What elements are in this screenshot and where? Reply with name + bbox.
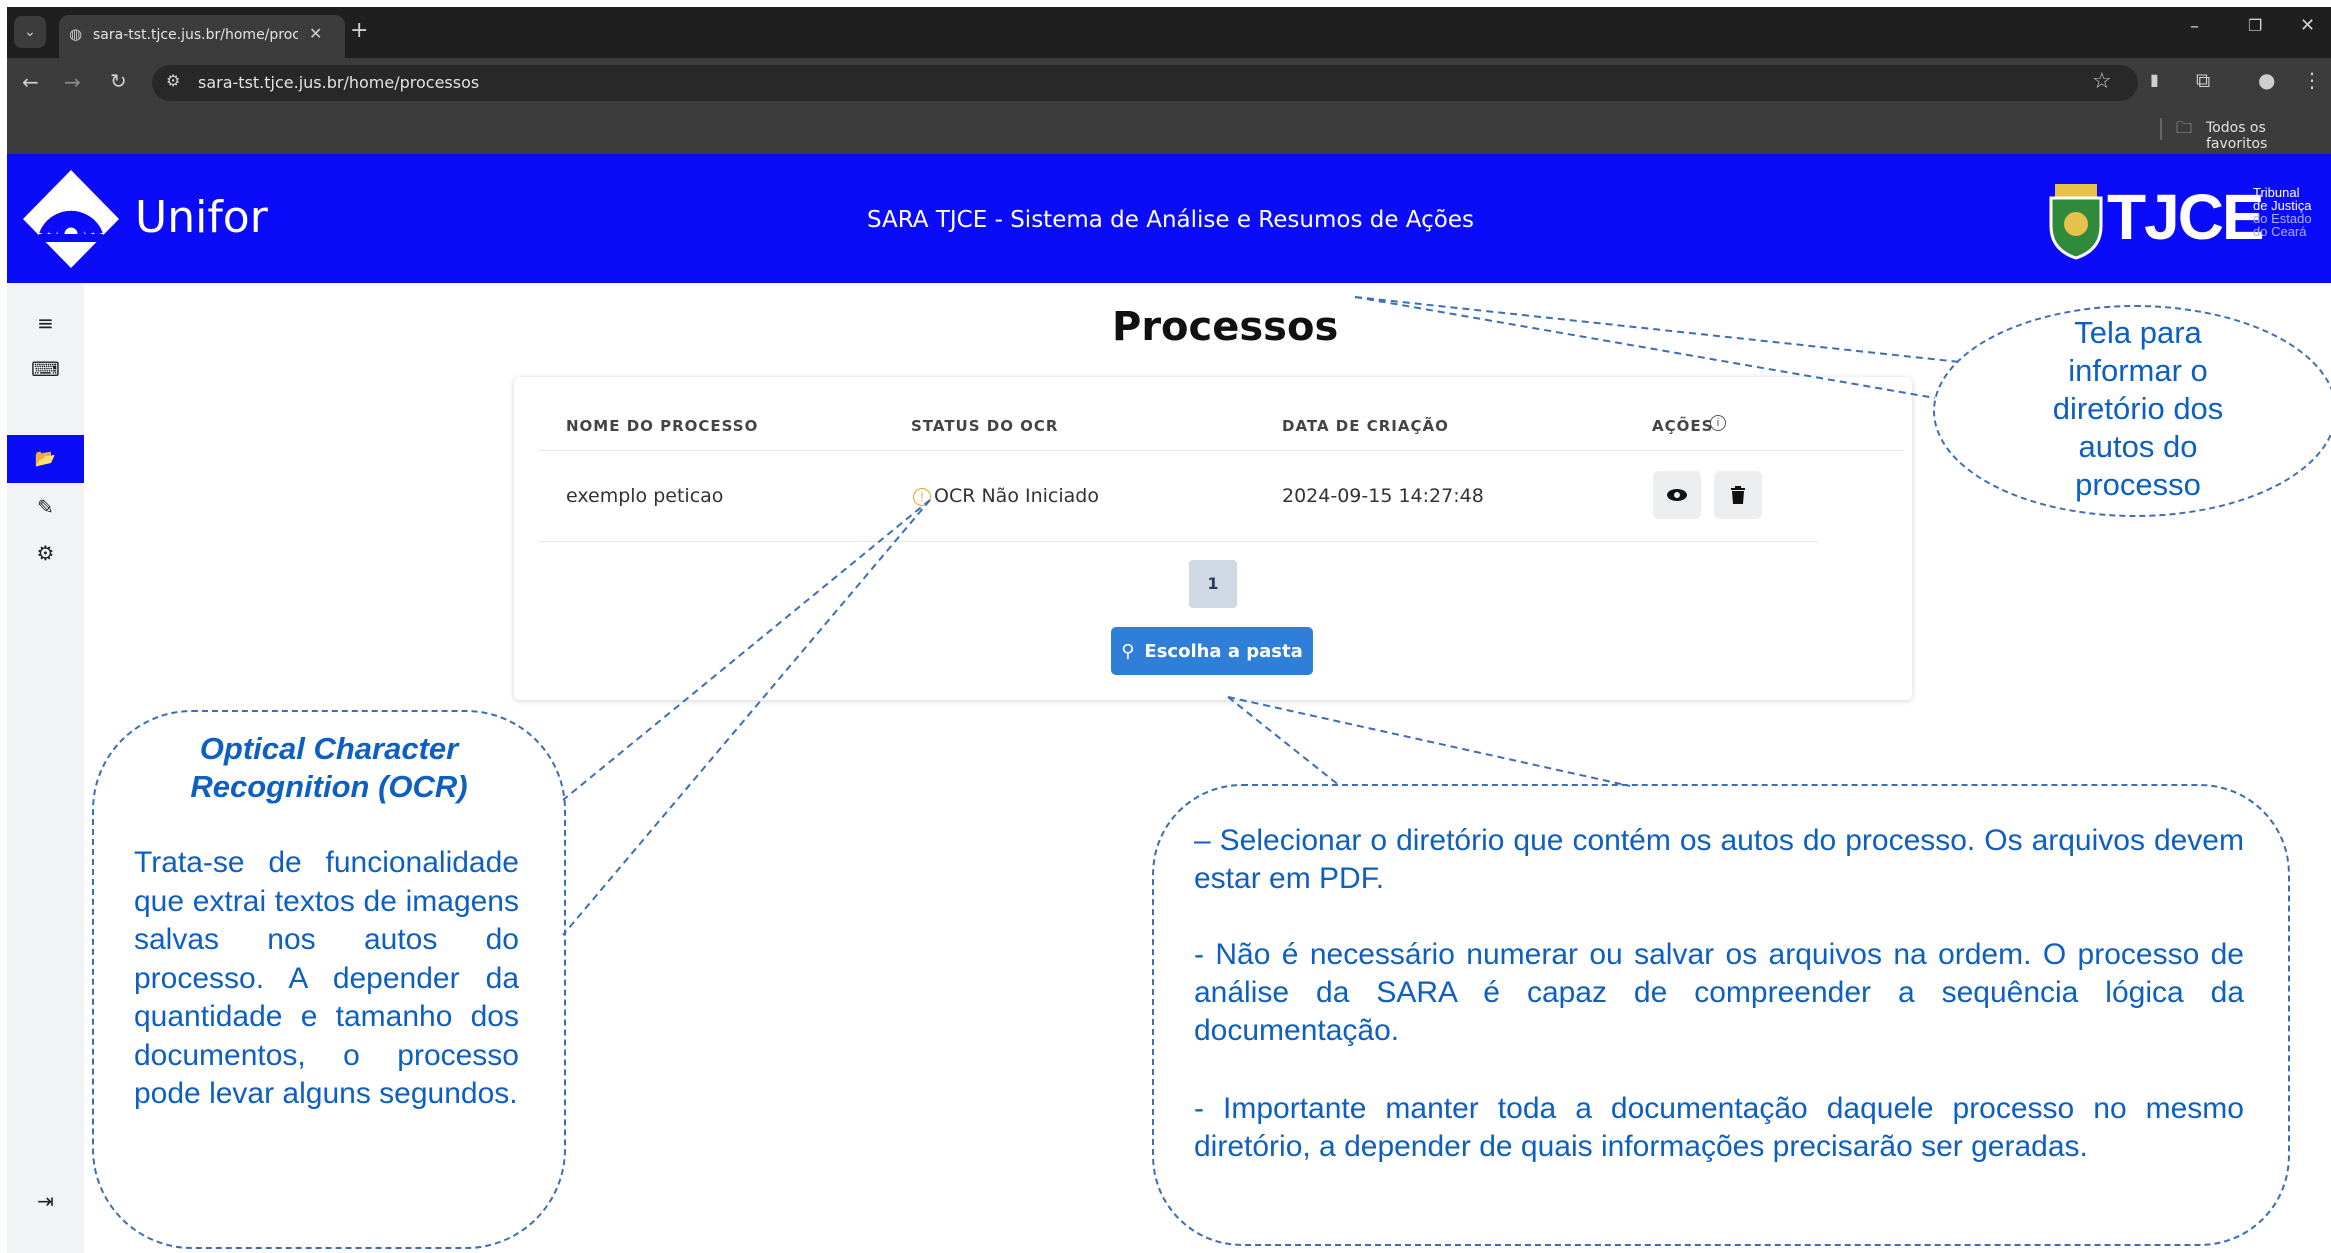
annotation-directory-text: Tela para informar o diretório dos autos… [2052,315,2224,502]
annotation-ocr-title: Optical Character Recognition (OCR) [190,731,468,804]
annotation-folder-p3: - Importante manter toda a documentação … [1194,1092,2244,1163]
annotation-ocr-box: Optical Character Recognition (OCR) Trat… [92,710,566,1249]
annotation-folder-box: – Selecionar o diretório que contém os a… [1152,784,2290,1246]
annotation-folder-p2: - Não é necessário numerar ou salvar os … [1194,938,2244,1047]
annotation-ocr-body: Trata-se de funcionalidade que extrai te… [134,846,519,1110]
annotation-folder-p1: – Selecionar o diretório que contém os a… [1194,824,2244,895]
